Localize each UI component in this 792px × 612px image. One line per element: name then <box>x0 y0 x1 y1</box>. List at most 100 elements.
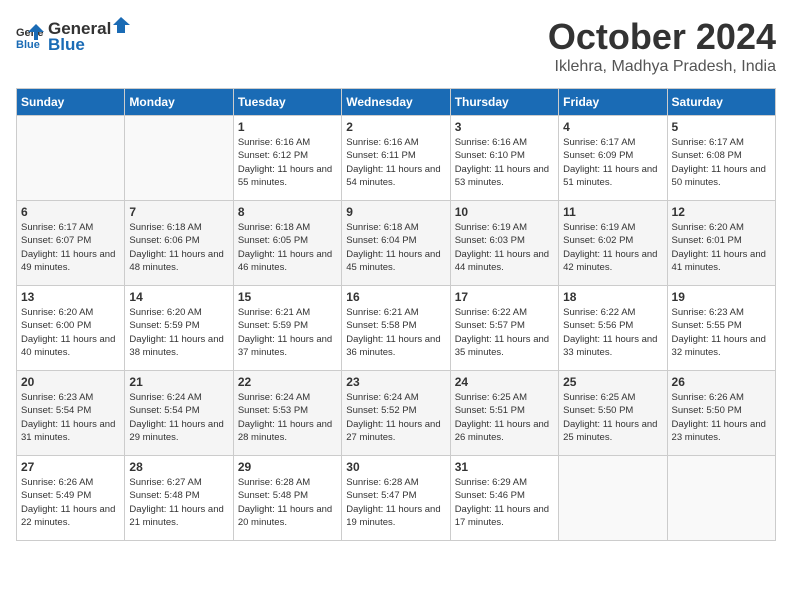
day-number: 15 <box>238 290 337 304</box>
calendar-cell: 1Sunrise: 6:16 AM Sunset: 6:12 PM Daylig… <box>233 116 341 201</box>
day-number: 31 <box>455 460 554 474</box>
title-block: October 2024 Iklehra, Madhya Pradesh, In… <box>548 16 776 76</box>
day-info: Sunrise: 6:17 AM Sunset: 6:07 PM Dayligh… <box>21 221 120 274</box>
day-number: 13 <box>21 290 120 304</box>
day-info: Sunrise: 6:16 AM Sunset: 6:10 PM Dayligh… <box>455 136 554 189</box>
svg-text:Blue: Blue <box>16 39 40 50</box>
day-info: Sunrise: 6:18 AM Sunset: 6:06 PM Dayligh… <box>129 221 228 274</box>
day-number: 23 <box>346 375 445 389</box>
day-number: 2 <box>346 120 445 134</box>
calendar-cell: 13 Sunrise: 6:20 AM Sunset: 6:00 PM Dayli… <box>17 286 125 371</box>
day-number: 27 <box>21 460 120 474</box>
location-subtitle: Iklehra, Madhya Pradesh, India <box>548 58 776 76</box>
day-info: Sunrise: 6:21 AM Sunset: 5:58 PM Dayligh… <box>346 306 445 359</box>
logo-icon: General Blue <box>16 22 44 50</box>
day-info: Sunrise: 6:20 AM Sunset: 6:00 PM Dayligh… <box>21 306 120 359</box>
weekday-header: Tuesday <box>233 89 341 116</box>
day-info: Sunrise: 6:21 AM Sunset: 5:59 PM Dayligh… <box>238 306 337 359</box>
calendar-cell: 4 Sunrise: 6:17 AM Sunset: 6:09 PM Daylig… <box>559 116 667 201</box>
calendar-cell <box>667 456 775 541</box>
day-number: 17 <box>455 290 554 304</box>
calendar-cell: 8Sunrise: 6:18 AM Sunset: 6:05 PM Daylig… <box>233 201 341 286</box>
calendar-cell: 21 Sunrise: 6:24 AM Sunset: 5:54 PM Dayli… <box>125 371 233 456</box>
day-number: 16 <box>346 290 445 304</box>
day-number: 20 <box>21 375 120 389</box>
calendar-cell <box>125 116 233 201</box>
calendar-cell: 26 Sunrise: 6:26 AM Sunset: 5:50 PM Dayli… <box>667 371 775 456</box>
day-info: Sunrise: 6:23 AM Sunset: 5:55 PM Dayligh… <box>672 306 771 359</box>
day-info: Sunrise: 6:16 AM Sunset: 6:11 PM Dayligh… <box>346 136 445 189</box>
day-info: Sunrise: 6:16 AM Sunset: 6:12 PM Dayligh… <box>238 136 337 189</box>
day-number: 4 <box>563 120 662 134</box>
day-info: Sunrise: 6:24 AM Sunset: 5:54 PM Dayligh… <box>129 391 228 444</box>
calendar-cell: 30 Sunrise: 6:28 AM Sunset: 5:47 PM Dayli… <box>342 456 450 541</box>
day-info: Sunrise: 6:23 AM Sunset: 5:54 PM Dayligh… <box>21 391 120 444</box>
day-info: Sunrise: 6:17 AM Sunset: 6:09 PM Dayligh… <box>563 136 662 189</box>
day-info: Sunrise: 6:17 AM Sunset: 6:08 PM Dayligh… <box>672 136 771 189</box>
calendar-cell: 20 Sunrise: 6:23 AM Sunset: 5:54 PM Dayli… <box>17 371 125 456</box>
calendar-cell: 14Sunrise: 6:20 AM Sunset: 5:59 PM Dayli… <box>125 286 233 371</box>
page-header: General Blue General Blue October 2024 I… <box>16 16 776 76</box>
calendar-cell: 27Sunrise: 6:26 AM Sunset: 5:49 PM Dayli… <box>17 456 125 541</box>
day-number: 14 <box>129 290 228 304</box>
calendar-cell: 9Sunrise: 6:18 AM Sunset: 6:04 PM Daylig… <box>342 201 450 286</box>
day-info: Sunrise: 6:22 AM Sunset: 5:56 PM Dayligh… <box>563 306 662 359</box>
calendar-cell: 24 Sunrise: 6:25 AM Sunset: 5:51 PM Dayli… <box>450 371 558 456</box>
calendar-cell: 19 Sunrise: 6:23 AM Sunset: 5:55 PM Dayli… <box>667 286 775 371</box>
weekday-header: Monday <box>125 89 233 116</box>
day-number: 18 <box>563 290 662 304</box>
weekday-header: Wednesday <box>342 89 450 116</box>
day-number: 28 <box>129 460 228 474</box>
day-info: Sunrise: 6:28 AM Sunset: 5:47 PM Dayligh… <box>346 476 445 529</box>
day-number: 10 <box>455 205 554 219</box>
day-number: 12 <box>672 205 771 219</box>
calendar-week-row: 13 Sunrise: 6:20 AM Sunset: 6:00 PM Dayli… <box>17 286 776 371</box>
day-info: Sunrise: 6:19 AM Sunset: 6:02 PM Dayligh… <box>563 221 662 274</box>
weekday-header: Thursday <box>450 89 558 116</box>
day-info: Sunrise: 6:24 AM Sunset: 5:52 PM Dayligh… <box>346 391 445 444</box>
day-number: 21 <box>129 375 228 389</box>
day-info: Sunrise: 6:27 AM Sunset: 5:48 PM Dayligh… <box>129 476 228 529</box>
calendar-cell: 3 Sunrise: 6:16 AM Sunset: 6:10 PM Daylig… <box>450 116 558 201</box>
day-number: 5 <box>672 120 771 134</box>
day-number: 6 <box>21 205 120 219</box>
calendar-cell <box>17 116 125 201</box>
calendar-cell: 6 Sunrise: 6:17 AM Sunset: 6:07 PM Daylig… <box>17 201 125 286</box>
weekday-header: Friday <box>559 89 667 116</box>
calendar-cell: 10 Sunrise: 6:19 AM Sunset: 6:03 PM Dayli… <box>450 201 558 286</box>
calendar-cell: 2 Sunrise: 6:16 AM Sunset: 6:11 PM Daylig… <box>342 116 450 201</box>
day-number: 3 <box>455 120 554 134</box>
calendar-week-row: 27Sunrise: 6:26 AM Sunset: 5:49 PM Dayli… <box>17 456 776 541</box>
day-info: Sunrise: 6:24 AM Sunset: 5:53 PM Dayligh… <box>238 391 337 444</box>
calendar-cell: 22Sunrise: 6:24 AM Sunset: 5:53 PM Dayli… <box>233 371 341 456</box>
calendar-cell: 28 Sunrise: 6:27 AM Sunset: 5:48 PM Dayli… <box>125 456 233 541</box>
day-info: Sunrise: 6:22 AM Sunset: 5:57 PM Dayligh… <box>455 306 554 359</box>
weekday-header-row: SundayMondayTuesdayWednesdayThursdayFrid… <box>17 89 776 116</box>
day-number: 25 <box>563 375 662 389</box>
day-number: 24 <box>455 375 554 389</box>
day-number: 26 <box>672 375 771 389</box>
calendar-cell <box>559 456 667 541</box>
day-number: 8 <box>238 205 337 219</box>
calendar-cell: 7 Sunrise: 6:18 AM Sunset: 6:06 PM Daylig… <box>125 201 233 286</box>
day-info: Sunrise: 6:25 AM Sunset: 5:51 PM Dayligh… <box>455 391 554 444</box>
day-number: 7 <box>129 205 228 219</box>
day-info: Sunrise: 6:29 AM Sunset: 5:46 PM Dayligh… <box>455 476 554 529</box>
day-number: 19 <box>672 290 771 304</box>
weekday-header: Saturday <box>667 89 775 116</box>
calendar-cell: 31 Sunrise: 6:29 AM Sunset: 5:46 PM Dayli… <box>450 456 558 541</box>
calendar-cell: 11Sunrise: 6:19 AM Sunset: 6:02 PM Dayli… <box>559 201 667 286</box>
calendar-cell: 29Sunrise: 6:28 AM Sunset: 5:48 PM Dayli… <box>233 456 341 541</box>
calendar-cell: 15 Sunrise: 6:21 AM Sunset: 5:59 PM Dayli… <box>233 286 341 371</box>
day-number: 29 <box>238 460 337 474</box>
day-info: Sunrise: 6:19 AM Sunset: 6:03 PM Dayligh… <box>455 221 554 274</box>
day-info: Sunrise: 6:20 AM Sunset: 6:01 PM Dayligh… <box>672 221 771 274</box>
calendar-table: SundayMondayTuesdayWednesdayThursdayFrid… <box>16 88 776 541</box>
logo: General Blue General Blue <box>16 16 131 55</box>
calendar-cell: 16 Sunrise: 6:21 AM Sunset: 5:58 PM Dayli… <box>342 286 450 371</box>
day-info: Sunrise: 6:18 AM Sunset: 6:04 PM Dayligh… <box>346 221 445 274</box>
calendar-cell: 18 Sunrise: 6:22 AM Sunset: 5:56 PM Dayli… <box>559 286 667 371</box>
calendar-week-row: 1Sunrise: 6:16 AM Sunset: 6:12 PM Daylig… <box>17 116 776 201</box>
day-number: 30 <box>346 460 445 474</box>
day-info: Sunrise: 6:26 AM Sunset: 5:50 PM Dayligh… <box>672 391 771 444</box>
